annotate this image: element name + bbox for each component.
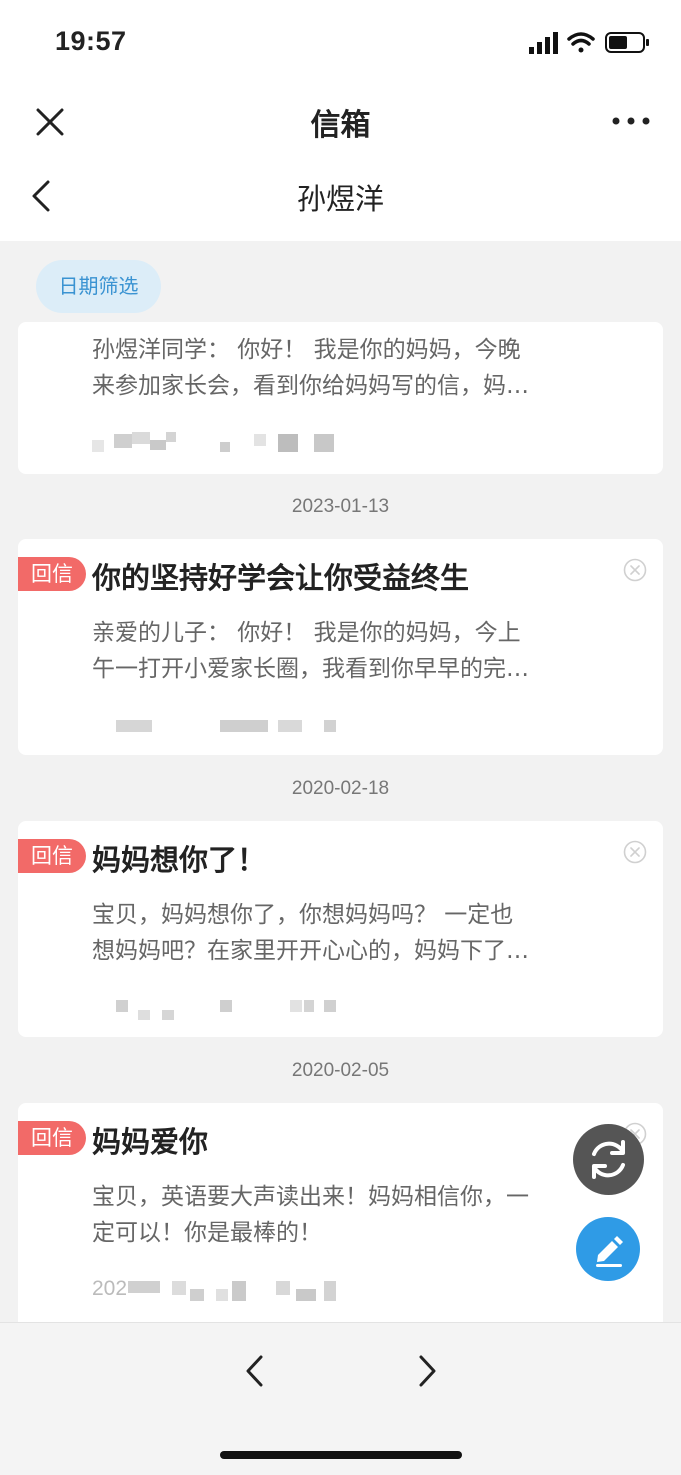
preview-line-1: 亲爱的儿子： 你好！ 我是你的妈妈，今上 [92, 620, 521, 646]
status-bar: 19:57 [0, 0, 681, 88]
letter-title: 妈妈想你了！ [92, 843, 267, 877]
home-indicator[interactable] [220, 1451, 462, 1459]
blurred-meta [116, 1000, 336, 1020]
blurred-meta [92, 432, 334, 452]
preview-line-2: 来参加家长会，看到你给妈妈写的信，妈… [92, 373, 529, 399]
reply-tag: 回信 [18, 557, 86, 591]
wifi-icon [567, 32, 595, 53]
recipient-name: 孙煜洋 [296, 182, 384, 216]
letter-preview: 孙煜洋同学： 你好！ 我是你的妈妈，今晚 来参加家长会，看到你给妈妈写的信，妈… [92, 332, 602, 404]
preview-line-1: 宝贝，妈妈想你了，你想妈妈吗？ 一定也 [92, 902, 514, 928]
preview-line-1: 孙煜洋同学： 你好！ 我是你的妈妈，今晚 [92, 337, 521, 363]
preview-line-2: 午一打开小爱家长圈，我看到你早早的完… [92, 656, 529, 682]
letter-meta-prefix: 202 [92, 1277, 128, 1300]
sub-header: 孙煜洋 [0, 154, 681, 241]
refresh-button[interactable] [573, 1124, 644, 1195]
date-filter-button[interactable]: 日期筛选 [36, 260, 161, 313]
letter-preview: 宝贝，妈妈想你了，你想妈妈吗？ 一定也 想妈妈吧？在家里开开心心的，妈妈下了… [92, 897, 602, 969]
date-divider: 2020-02-18 [291, 778, 390, 799]
preview-line-2: 想妈妈吧？在家里开开心心的，妈妈下了… [92, 938, 529, 964]
letter-preview: 亲爱的儿子： 你好！ 我是你的妈妈，今上 午一打开小爱家长圈，我看到你早早的完… [92, 615, 602, 687]
reply-tag: 回信 [18, 839, 86, 873]
preview-line-2: 定可以！你是最棒的！ [92, 1220, 322, 1246]
date-divider: 2023-01-13 [291, 496, 390, 517]
status-time: 19:57 [55, 26, 127, 56]
letter-card[interactable]: 回信 妈妈爱你 宝贝，英语要大声读出来！妈妈相信你，一 定可以！你是最棒的！ 2… [18, 1103, 663, 1322]
nav-bar: 信箱 [0, 88, 681, 154]
write-letter-button[interactable] [576, 1217, 640, 1281]
date-divider: 2020-02-05 [291, 1060, 390, 1081]
blurred-meta [116, 720, 336, 732]
letter-card[interactable]: 回信 妈妈想你了！ 宝贝，妈妈想你了，你想妈妈吗？ 一定也 想妈妈吧？在家里开开… [18, 821, 663, 1037]
refresh-icon [592, 1140, 625, 1179]
preview-line-1: 宝贝，英语要大声读出来！妈妈相信你，一 [92, 1184, 529, 1210]
chevron-left-icon[interactable] [240, 1351, 270, 1391]
chevron-right-icon[interactable] [412, 1351, 442, 1391]
letter-preview: 宝贝，英语要大声读出来！妈妈相信你，一 定可以！你是最棒的！ [92, 1179, 602, 1251]
reply-tag: 回信 [18, 1121, 86, 1155]
blurred-meta [128, 1281, 336, 1301]
page-title: 信箱 [310, 108, 371, 143]
letter-title: 你的坚持好学会让你受益终生 [92, 561, 470, 595]
letter-card[interactable]: 孙煜洋同学： 你好！ 我是你的妈妈，今晚 来参加家长会，看到你给妈妈写的信，妈… [18, 322, 663, 474]
letter-title: 妈妈爱你 [92, 1125, 209, 1159]
status-icons [529, 32, 649, 54]
battery-icon [605, 32, 649, 53]
signal-icon [529, 32, 558, 54]
edit-icon [596, 1236, 623, 1267]
close-icon[interactable] [623, 840, 647, 864]
more-icon[interactable] [611, 108, 651, 134]
letter-card[interactable]: 回信 你的坚持好学会让你受益终生 亲爱的儿子： 你好！ 我是你的妈妈，今上 午一… [18, 539, 663, 755]
bottom-bar [0, 1322, 681, 1475]
close-icon[interactable] [623, 558, 647, 582]
